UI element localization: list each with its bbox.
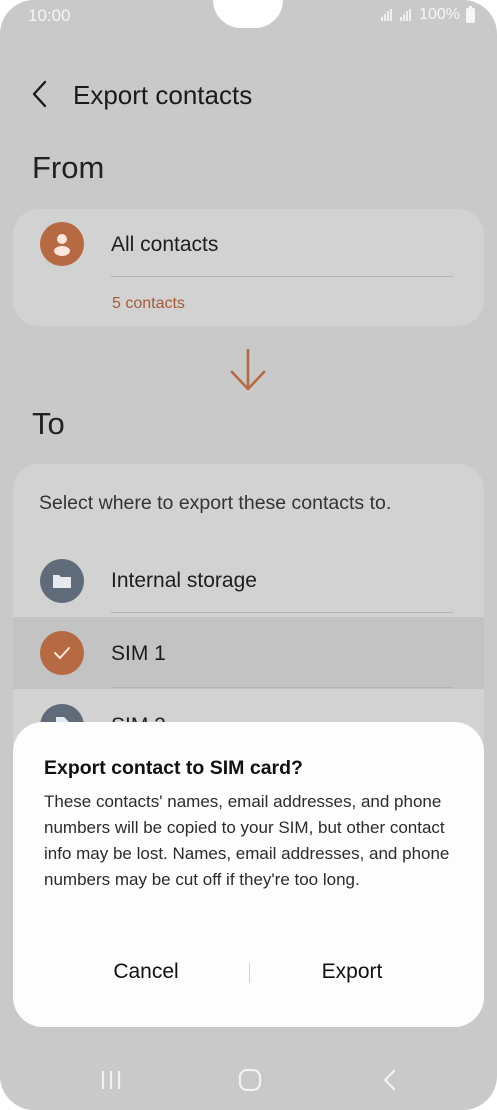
phone-screen: 10:00 100% Export contacts From All cont… — [0, 0, 497, 1110]
export-confirm-dialog: Export contact to SIM card? These contac… — [13, 722, 484, 1027]
status-time: 10:00 — [28, 6, 71, 25]
back-icon[interactable] — [370, 1062, 410, 1098]
check-icon — [40, 631, 84, 675]
folder-icon — [40, 559, 84, 603]
cancel-button[interactable]: Cancel — [33, 950, 259, 994]
back-button[interactable] — [26, 76, 58, 112]
contacts-count: 5 contacts — [112, 295, 185, 312]
option-internal-storage[interactable]: Internal storage — [13, 545, 484, 617]
divider — [111, 276, 453, 277]
to-heading: To — [32, 406, 65, 441]
divider — [111, 612, 453, 613]
source-label: All contacts — [111, 233, 219, 256]
divider — [111, 687, 453, 688]
signal-icon — [400, 9, 412, 21]
from-heading: From — [32, 150, 105, 185]
battery-percent: 100% — [419, 6, 460, 23]
navigation-bar — [0, 1050, 497, 1110]
export-button[interactable]: Export — [249, 950, 455, 994]
option-label: SIM 1 — [111, 642, 166, 665]
option-label: Internal storage — [111, 569, 257, 592]
option-sim-1[interactable]: SIM 1 — [13, 617, 484, 689]
contact-avatar-icon — [40, 222, 84, 266]
status-indicators: 100% — [381, 5, 475, 24]
source-card[interactable]: All contacts 5 contacts — [13, 209, 484, 326]
dialog-title: Export contact to SIM card? — [44, 757, 303, 779]
home-icon[interactable] — [230, 1062, 270, 1098]
dialog-message: These contacts' names, email addresses, … — [44, 792, 450, 889]
battery-icon — [466, 5, 475, 23]
recent-apps-icon[interactable] — [91, 1062, 131, 1098]
signal-icon — [381, 9, 393, 21]
app-header: Export contacts — [0, 70, 497, 120]
export-instruction: Select where to export these contacts to… — [39, 492, 392, 514]
page-title: Export contacts — [73, 80, 253, 110]
arrow-down-icon — [230, 348, 266, 391]
back-arrow-icon — [32, 80, 47, 108]
